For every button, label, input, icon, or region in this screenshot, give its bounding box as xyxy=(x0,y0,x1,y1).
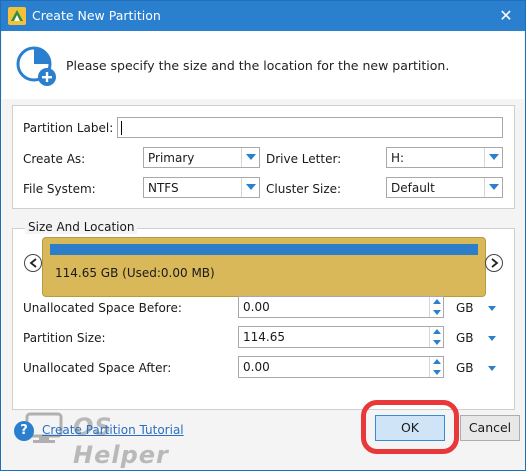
chevron-down-icon[interactable] xyxy=(484,178,502,197)
file-system-value: NTFS xyxy=(148,181,179,195)
unalloc-before-label: Unallocated Space Before: xyxy=(23,301,182,315)
unalloc-after-value: 0.00 xyxy=(243,360,270,374)
partition-size-caption: 114.65 GB (Used:0.00 MB) xyxy=(55,266,215,280)
partition-label-label: Partition Label: xyxy=(23,121,114,135)
cluster-size-value: Default xyxy=(391,181,435,195)
create-partition-dialog: Create New Partition ✕ Please specify th… xyxy=(0,0,526,471)
unalloc-before-input[interactable]: 0.00 xyxy=(238,296,444,318)
drive-letter-select[interactable]: H: xyxy=(386,147,503,168)
window-title: Create New Partition xyxy=(32,8,161,23)
drive-letter-value: H: xyxy=(391,151,405,165)
spin-buttons[interactable] xyxy=(429,297,443,317)
unit-label: GB xyxy=(456,361,474,375)
partition-size-label: Partition Size: xyxy=(23,331,106,345)
unit-label: GB xyxy=(456,331,474,345)
chevron-down-icon[interactable] xyxy=(241,178,259,197)
unalloc-after-input[interactable]: 0.00 xyxy=(238,356,444,378)
move-left-button[interactable] xyxy=(24,254,42,272)
file-system-label: File System: xyxy=(23,182,96,196)
spin-up-icon[interactable] xyxy=(433,358,441,366)
close-button[interactable]: ✕ xyxy=(494,5,518,27)
create-as-select[interactable]: Primary xyxy=(143,147,260,168)
cancel-button[interactable]: Cancel xyxy=(460,415,520,441)
spin-down-icon[interactable] xyxy=(433,338,441,346)
partition-fill-bar xyxy=(50,244,478,255)
cluster-size-select[interactable]: Default xyxy=(386,177,503,198)
watermark-text: OS Helper xyxy=(73,413,169,469)
chevron-down-icon[interactable] xyxy=(241,148,259,167)
tutorial-link[interactable]: Create Partition Tutorial xyxy=(42,423,184,437)
unalloc-before-value: 0.00 xyxy=(243,300,270,314)
create-as-value: Primary xyxy=(148,151,195,165)
spin-down-icon[interactable] xyxy=(433,368,441,376)
title-bar[interactable]: Create New Partition ✕ xyxy=(1,1,525,31)
text-cursor xyxy=(121,121,122,135)
unit-dropdown-icon[interactable] xyxy=(486,302,498,314)
app-logo-icon xyxy=(8,7,26,25)
unit-label: GB xyxy=(456,301,474,315)
create-as-label: Create As: xyxy=(23,152,86,166)
spin-buttons[interactable] xyxy=(429,327,443,347)
dialog-header: Please specify the size and the location… xyxy=(2,31,524,99)
partition-pie-icon xyxy=(16,46,56,86)
partition-map-bar[interactable]: 114.65 GB (Used:0.00 MB) xyxy=(42,237,486,297)
partition-size-input[interactable]: 114.65 xyxy=(238,326,444,348)
help-icon[interactable]: ? xyxy=(14,421,34,441)
file-system-select[interactable]: NTFS xyxy=(143,177,260,198)
cluster-size-label: Cluster Size: xyxy=(266,182,342,196)
spin-down-icon[interactable] xyxy=(433,308,441,316)
spin-up-icon[interactable] xyxy=(433,328,441,336)
ok-highlight-annotation xyxy=(361,400,459,454)
partition-size-value: 114.65 xyxy=(243,330,285,344)
unit-dropdown-icon[interactable] xyxy=(486,362,498,374)
partition-label-input[interactable] xyxy=(117,117,503,138)
spin-up-icon[interactable] xyxy=(433,298,441,306)
move-right-button[interactable] xyxy=(485,254,503,272)
unalloc-after-label: Unallocated Space After: xyxy=(23,361,172,375)
unit-dropdown-icon[interactable] xyxy=(486,332,498,344)
drive-letter-label: Drive Letter: xyxy=(266,152,342,166)
size-location-legend: Size And Location xyxy=(25,220,138,234)
spin-buttons[interactable] xyxy=(429,357,443,377)
header-instruction: Please specify the size and the location… xyxy=(66,58,450,73)
chevron-down-icon[interactable] xyxy=(484,148,502,167)
